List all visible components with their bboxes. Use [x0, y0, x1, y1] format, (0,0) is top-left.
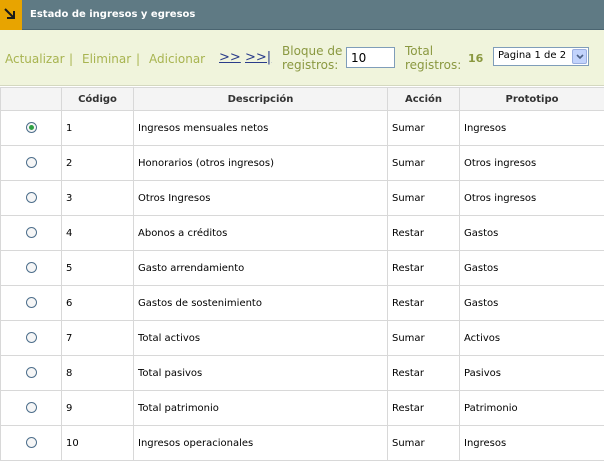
- table-row[interactable]: 5Gasto arrendamientoRestarGastos: [1, 251, 604, 286]
- actualizar-link[interactable]: Actualizar: [5, 52, 65, 66]
- row-select-cell: [1, 146, 62, 181]
- cell-prototipo: Ingresos: [460, 111, 604, 146]
- cell-codigo: 2: [62, 146, 134, 181]
- table-row[interactable]: 8Total pasivosRestarPasivos: [1, 356, 604, 391]
- cell-accion: Restar: [388, 391, 460, 426]
- cell-descripcion: Total patrimonio: [134, 391, 388, 426]
- cell-prototipo: Patrimonio: [460, 391, 604, 426]
- title-bar: Estado de ingresos y egresos: [0, 0, 604, 30]
- cell-accion: Sumar: [388, 426, 460, 461]
- cell-accion: Sumar: [388, 146, 460, 181]
- header-accion: Acción: [388, 88, 460, 111]
- cell-descripcion: Gastos de sostenimiento: [134, 286, 388, 321]
- cell-descripcion: Total pasivos: [134, 356, 388, 391]
- cell-codigo: 7: [62, 321, 134, 356]
- adicionar-link[interactable]: Adicionar: [149, 52, 205, 66]
- cell-codigo: 9: [62, 391, 134, 426]
- bloque-label: Bloque de: [282, 44, 342, 58]
- cell-accion: Sumar: [388, 111, 460, 146]
- eliminar-link[interactable]: Eliminar: [82, 52, 131, 66]
- cell-prototipo: Gastos: [460, 216, 604, 251]
- separator: |: [136, 52, 140, 66]
- cell-codigo: 4: [62, 216, 134, 251]
- cell-descripcion: Honorarios (otros ingresos): [134, 146, 388, 181]
- cell-descripcion: Otros Ingresos: [134, 181, 388, 216]
- header-select: [1, 88, 62, 111]
- row-select-cell: [1, 426, 62, 461]
- row-select-cell: [1, 216, 62, 251]
- arrow-down-right-icon: [0, 0, 22, 30]
- row-select-cell: [1, 321, 62, 356]
- cell-descripcion: Abonos a créditos: [134, 216, 388, 251]
- table-header-row: Código Descripción Acción Prototipo: [1, 88, 604, 111]
- cell-codigo: 10: [62, 426, 134, 461]
- cell-prototipo: Gastos: [460, 251, 604, 286]
- row-radio[interactable]: [26, 227, 37, 238]
- separator: |: [69, 52, 73, 66]
- page-select-value: Pagina 1 de 2: [498, 50, 566, 61]
- records-table: Código Descripción Acción Prototipo 1Ing…: [0, 87, 604, 461]
- row-radio[interactable]: [26, 437, 37, 448]
- table-row[interactable]: 2Honorarios (otros ingresos)SumarOtros i…: [1, 146, 604, 181]
- cell-prototipo: Pasivos: [460, 356, 604, 391]
- row-radio[interactable]: [26, 297, 37, 308]
- cell-accion: Restar: [388, 286, 460, 321]
- cell-prototipo: Ingresos: [460, 426, 604, 461]
- row-radio[interactable]: [26, 402, 37, 413]
- toolbar: Actualizar | Eliminar | Adicionar >> >>|…: [0, 30, 604, 86]
- cell-prototipo: Gastos: [460, 286, 604, 321]
- table-row[interactable]: 10Ingresos operacionalesSumarIngresos: [1, 426, 604, 461]
- table-row[interactable]: 3Otros IngresosSumarOtros ingresos: [1, 181, 604, 216]
- total-count: 16: [468, 52, 483, 65]
- total-label: Total: [405, 44, 433, 58]
- cell-codigo: 3: [62, 181, 134, 216]
- bloque-label-2: registros:: [282, 58, 338, 72]
- row-select-cell: [1, 181, 62, 216]
- cell-prototipo: Activos: [460, 321, 604, 356]
- cell-codigo: 8: [62, 356, 134, 391]
- cell-accion: Restar: [388, 216, 460, 251]
- row-radio[interactable]: [26, 157, 37, 168]
- cell-accion: Restar: [388, 356, 460, 391]
- row-radio[interactable]: [26, 332, 37, 343]
- chevron-down-icon[interactable]: [572, 49, 587, 64]
- header-descripcion: Descripción: [134, 88, 388, 111]
- row-select-cell: [1, 286, 62, 321]
- header-prototipo: Prototipo: [460, 88, 604, 111]
- row-select-cell: [1, 111, 62, 146]
- table-row[interactable]: 1Ingresos mensuales netosSumarIngresos: [1, 111, 604, 146]
- cell-codigo: 1: [62, 111, 134, 146]
- row-radio[interactable]: [26, 122, 37, 133]
- cell-descripcion: Ingresos operacionales: [134, 426, 388, 461]
- table-row[interactable]: 9Total patrimonioRestarPatrimonio: [1, 391, 604, 426]
- cell-accion: Sumar: [388, 321, 460, 356]
- row-radio[interactable]: [26, 367, 37, 378]
- page-select[interactable]: Pagina 1 de 2: [493, 47, 589, 66]
- cell-descripcion: Total activos: [134, 321, 388, 356]
- cell-descripcion: Gasto arrendamiento: [134, 251, 388, 286]
- table-row[interactable]: 6Gastos de sostenimientoRestarGastos: [1, 286, 604, 321]
- page-title: Estado de ingresos y egresos: [30, 9, 195, 20]
- table-row[interactable]: 4Abonos a créditosRestarGastos: [1, 216, 604, 251]
- cell-accion: Restar: [388, 251, 460, 286]
- header-codigo: Código: [62, 88, 134, 111]
- cell-prototipo: Otros ingresos: [460, 146, 604, 181]
- cell-codigo: 6: [62, 286, 134, 321]
- table-row[interactable]: 7Total activosSumarActivos: [1, 321, 604, 356]
- next-page-link[interactable]: >>: [219, 50, 241, 65]
- cell-prototipo: Otros ingresos: [460, 181, 604, 216]
- last-page-link[interactable]: >>|: [245, 50, 271, 65]
- cell-descripcion: Ingresos mensuales netos: [134, 111, 388, 146]
- cell-codigo: 5: [62, 251, 134, 286]
- total-label-2: registros:: [405, 58, 461, 72]
- bloque-registros-input[interactable]: [346, 47, 395, 68]
- row-select-cell: [1, 356, 62, 391]
- row-radio[interactable]: [26, 262, 37, 273]
- cell-accion: Sumar: [388, 181, 460, 216]
- row-radio[interactable]: [26, 192, 37, 203]
- row-select-cell: [1, 251, 62, 286]
- row-select-cell: [1, 391, 62, 426]
